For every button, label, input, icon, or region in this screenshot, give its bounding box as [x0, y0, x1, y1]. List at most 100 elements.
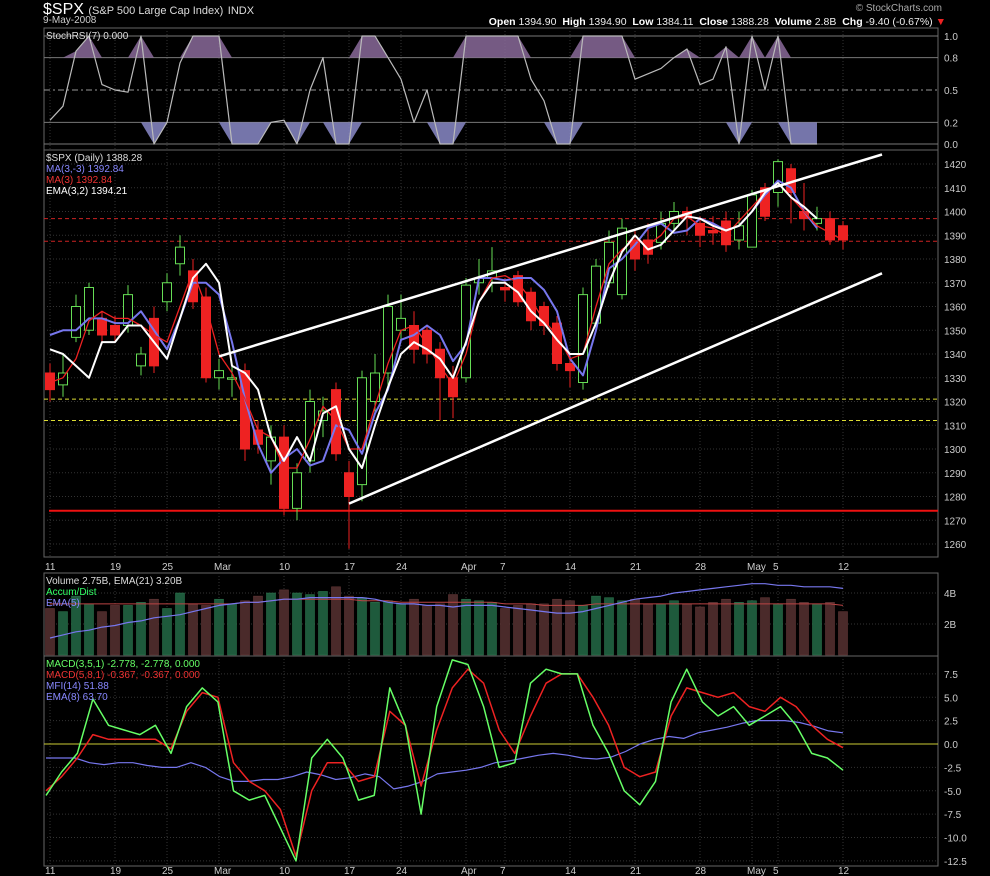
- x-tick-label: 12: [838, 866, 850, 876]
- price-y-tick: 1390: [944, 231, 967, 242]
- x-tick-label: 5: [773, 866, 779, 876]
- price-y-tick: 1300: [944, 445, 967, 456]
- x-tick-label: 25: [162, 562, 174, 573]
- volume-bar: [292, 592, 302, 656]
- price-y-tick: 1330: [944, 374, 967, 385]
- volume-bar: [500, 608, 510, 656]
- x-tick-label: 7: [500, 562, 506, 573]
- volume-bar: [487, 602, 497, 656]
- candle-body: [292, 472, 302, 509]
- stoch-y-tick: 1.0: [944, 32, 958, 43]
- volume-bar: [227, 603, 237, 656]
- volume-bar: [526, 603, 536, 656]
- volume-bar: [422, 605, 432, 656]
- price-y-tick: 1320: [944, 398, 967, 409]
- volume-bar: [474, 600, 484, 656]
- volume-bar: [58, 611, 68, 656]
- volume-legend-entry: EMA(5): [46, 598, 80, 609]
- macd-y-tick: -10.0: [944, 834, 967, 845]
- volume-bar: [552, 598, 562, 656]
- price-legend-entry: $SPX (Daily) 1388.28: [46, 153, 143, 164]
- volume-bar: [123, 605, 133, 656]
- price-y-tick: 1310: [944, 421, 967, 432]
- macd-y-tick: 7.5: [944, 670, 958, 681]
- x-tick-label: Mar: [214, 562, 232, 573]
- price-y-tick: 1290: [944, 469, 967, 480]
- price-y-tick: 1360: [944, 303, 967, 314]
- candle-body: [279, 436, 289, 509]
- volume-bar: [305, 594, 315, 656]
- volume-bar: [45, 608, 55, 656]
- x-tick-label: 24: [396, 866, 408, 876]
- price-y-tick: 1340: [944, 350, 967, 361]
- price-legend: $SPX (Daily) 1388.28 MA(3,-3) 1392.84 MA(3…: [46, 153, 142, 197]
- volume-bar: [773, 603, 783, 656]
- volume-bar: [786, 598, 796, 656]
- volume-bar: [240, 600, 250, 656]
- x-tick-label: 21: [630, 562, 642, 573]
- volume-legend: Volume 2.75B, EMA(21) 3.20B Accum/Dist EMA…: [46, 576, 182, 609]
- price-y-tick: 1400: [944, 208, 967, 219]
- volume-bar: [370, 602, 380, 656]
- volume-bar: [266, 592, 276, 656]
- volume-bar: [318, 591, 328, 656]
- volume-bar: [513, 605, 523, 656]
- macd-y-tick: 0.0: [944, 740, 958, 751]
- volume-bar: [136, 602, 146, 656]
- volume-bar: [383, 600, 393, 656]
- chart-canvas: 11 11 19 19 25 25 Mar Mar 10 10 17 17 24 24 Apr Apr 7 7 14…: [43, 27, 967, 876]
- macd-y-tick: -7.5: [944, 810, 962, 821]
- x-tick-label: 25: [162, 866, 174, 876]
- x-tick-label: 11: [45, 562, 56, 573]
- volume-bar: [461, 598, 471, 656]
- volume-bar: [812, 603, 822, 656]
- stoch-legend: StochRSI(7) 0.000: [46, 31, 129, 42]
- volume-bar: [214, 598, 224, 656]
- macd-y-tick: -5.0: [944, 787, 962, 798]
- x-tick-label: 14: [565, 866, 577, 876]
- volume-legend-entry: Accum/Dist: [46, 587, 97, 598]
- volume-bar: [344, 595, 354, 656]
- volume-bar: [396, 603, 406, 656]
- volume-bar: [760, 597, 770, 656]
- price-y-tick: 1420: [944, 160, 967, 171]
- price-y-tick: 1380: [944, 255, 967, 266]
- candle-body: [266, 436, 276, 462]
- x-tick-label: Apr: [461, 866, 477, 876]
- volume-bar: [721, 598, 731, 656]
- volume-bar: [201, 605, 211, 656]
- x-tick-label: 17: [344, 562, 356, 573]
- x-tick-label: 28: [695, 866, 707, 876]
- candle-body: [565, 363, 575, 372]
- macd-y-tick: -12.5: [944, 857, 967, 868]
- volume-bar: [708, 602, 718, 656]
- x-tick-label: May: [747, 866, 766, 876]
- volume-y-tick: 2B: [944, 620, 957, 631]
- volume-bar: [448, 594, 458, 656]
- stoch-y-tick: 0.5: [944, 86, 958, 97]
- x-tick-label: 24: [396, 562, 408, 573]
- candle-body: [708, 230, 718, 234]
- price-y-tick: 1410: [944, 184, 967, 195]
- candle-body: [97, 317, 107, 336]
- x-tick-label: 28: [695, 562, 707, 573]
- macd-legend: MACD(3,5,1) -2.778, -2.778, 0.000 MACD(5,…: [46, 659, 200, 703]
- candle-body: [136, 353, 146, 367]
- candle-body: [201, 296, 211, 379]
- volume-bar: [357, 597, 367, 656]
- x-tick-label: Apr: [461, 562, 477, 573]
- volume-bar: [643, 603, 653, 656]
- x-tick-label: 17: [344, 866, 356, 876]
- price-y-tick: 1280: [944, 493, 967, 504]
- candle-body: [84, 287, 94, 331]
- candle-body: [71, 306, 81, 338]
- volume-bar: [838, 611, 848, 656]
- x-tick-label: Mar: [214, 866, 232, 876]
- volume-bar: [578, 605, 588, 656]
- volume-bar: [617, 600, 627, 656]
- x-tick-label: 19: [110, 866, 122, 876]
- price-y-tick: 1260: [944, 540, 967, 551]
- volume-bar: [253, 595, 263, 656]
- x-tick-label: 21: [630, 866, 642, 876]
- volume-bar: [97, 611, 107, 656]
